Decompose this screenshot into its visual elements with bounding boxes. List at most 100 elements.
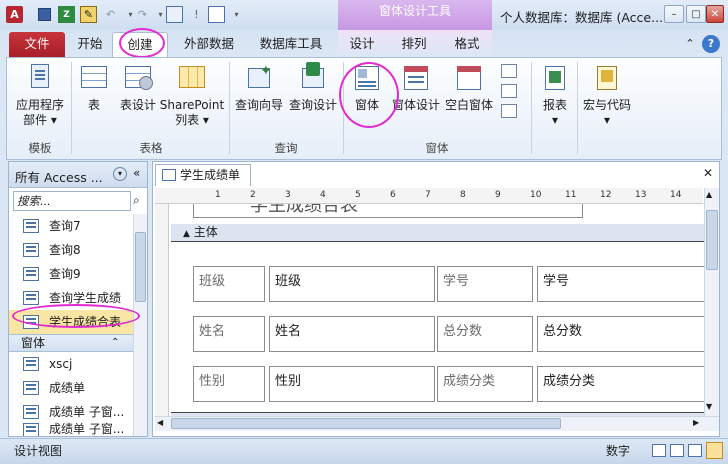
field-label-student-id[interactable]: 学号 bbox=[437, 266, 533, 302]
list-item-query[interactable]: 查询9 bbox=[9, 262, 133, 286]
report-button[interactable]: 报表 ▾ bbox=[535, 62, 575, 128]
form-design-button[interactable]: 窗体设计 bbox=[391, 62, 441, 113]
detail-section-bar[interactable]: ▲ 主体 bbox=[171, 224, 705, 242]
nav-header[interactable]: 所有 Access ... ▾ « bbox=[9, 162, 147, 188]
query-icon bbox=[23, 267, 39, 281]
query-icon bbox=[23, 291, 39, 305]
tab-home[interactable]: 开始 bbox=[70, 32, 110, 57]
form-view-button[interactable] bbox=[652, 444, 666, 457]
sharepoint-list-button[interactable]: SharePoint 列表 ▾ bbox=[157, 62, 227, 128]
scroll-right-icon[interactable]: ▶ bbox=[693, 418, 699, 427]
ribbon-tabs: 文件 开始 创建 外部数据 数据库工具 设计 排列 格式 ⌃ ? bbox=[0, 30, 728, 57]
list-item-form[interactable]: xscj bbox=[9, 352, 133, 376]
query-design-button[interactable]: 查询设计 bbox=[287, 62, 339, 113]
form-button[interactable]: 窗体 bbox=[347, 62, 387, 113]
scroll-up-icon[interactable]: ▲ bbox=[706, 190, 712, 199]
nav-collapse-icon[interactable]: « bbox=[133, 166, 140, 180]
doc-tab[interactable]: 学生成绩单 bbox=[155, 164, 251, 186]
scroll-down-icon[interactable]: ▼ bbox=[706, 402, 712, 411]
ribbon-collapse-icon[interactable]: ⌃ bbox=[682, 32, 698, 57]
minimize-button[interactable]: – bbox=[664, 5, 684, 23]
tab-design[interactable]: 设计 bbox=[340, 32, 384, 57]
access-logo-icon[interactable]: A bbox=[6, 6, 23, 23]
scroll-thumb[interactable] bbox=[706, 210, 718, 270]
help-icon[interactable]: ? bbox=[702, 35, 720, 53]
form-header-title[interactable]: 学生成绩合表 bbox=[193, 204, 583, 218]
ruler-mark: 3 bbox=[285, 190, 291, 200]
list-item-form[interactable]: 成绩单 bbox=[9, 376, 133, 400]
field-label-gender[interactable]: 性别 bbox=[193, 366, 265, 402]
report-icon bbox=[540, 62, 570, 94]
query-design-label: 查询设计 bbox=[288, 98, 337, 112]
table-button[interactable]: 表 bbox=[75, 62, 113, 113]
nav-scrollbar[interactable] bbox=[133, 214, 147, 436]
scroll-thumb[interactable] bbox=[171, 418, 561, 429]
datasheet-view-button[interactable] bbox=[688, 444, 702, 457]
application-parts-button[interactable]: 应用程序 部件 ▾ bbox=[11, 62, 69, 128]
macros-dropdown: ▾ bbox=[603, 113, 611, 127]
close-button[interactable]: ✕ bbox=[706, 5, 724, 23]
form-label: 窗体 bbox=[354, 98, 379, 112]
tab-create[interactable]: 创建 bbox=[112, 32, 168, 57]
tab-database-tools[interactable]: 数据库工具 bbox=[250, 32, 332, 57]
design-view-button[interactable] bbox=[706, 442, 723, 459]
table-design-button[interactable]: 表设计 bbox=[115, 62, 161, 113]
list-item-query[interactable]: 查询7 bbox=[9, 214, 133, 238]
context-tool-title: 窗体设计工具 bbox=[338, 0, 492, 30]
tab-arrange[interactable]: 排列 bbox=[390, 32, 438, 57]
field-label-grade-category[interactable]: 成绩分类 bbox=[437, 366, 533, 402]
field-textbox-student-id[interactable]: 学号 bbox=[537, 266, 705, 302]
list-item-query[interactable]: 查询学生成绩 bbox=[9, 286, 133, 310]
list-item-label: 查询8 bbox=[49, 243, 81, 257]
group-separator bbox=[531, 62, 532, 154]
doc-tab-title: 学生成绩单 bbox=[180, 168, 241, 182]
navigation-icon[interactable] bbox=[501, 84, 517, 98]
scroll-thumb[interactable] bbox=[135, 232, 146, 302]
field-label-total-score[interactable]: 总分数 bbox=[437, 316, 533, 352]
more-forms-icon[interactable] bbox=[501, 104, 517, 118]
search-icon[interactable]: ⌕ bbox=[133, 193, 140, 208]
tab-file[interactable]: 文件 bbox=[9, 32, 65, 57]
nav-section-forms[interactable]: 窗体 ⌃ bbox=[9, 334, 133, 352]
blank-form-button[interactable]: 空白窗体 bbox=[443, 62, 495, 113]
query-wizard-button[interactable]: ✦ 查询向导 bbox=[233, 62, 285, 113]
vertical-scrollbar[interactable]: ▲ ▼ bbox=[704, 188, 719, 416]
tab-format[interactable]: 格式 bbox=[444, 32, 490, 57]
layout-view-button[interactable] bbox=[670, 444, 684, 457]
nav-dropdown-icon[interactable]: ▾ bbox=[113, 167, 127, 181]
maximize-button[interactable]: □ bbox=[686, 5, 706, 23]
form-wizard-icon[interactable] bbox=[501, 64, 517, 78]
excel-icon[interactable]: Z bbox=[58, 6, 75, 23]
collapse-icon[interactable]: ⌃ bbox=[111, 335, 119, 351]
field-textbox-name[interactable]: 姓名 bbox=[269, 316, 435, 352]
table-design-label: 表设计 bbox=[119, 98, 156, 112]
field-textbox-class[interactable]: 班级 bbox=[269, 266, 435, 302]
table-design-icon bbox=[123, 62, 153, 94]
scroll-left-icon[interactable]: ◀ bbox=[157, 418, 163, 427]
save-icon[interactable] bbox=[36, 6, 53, 23]
form-icon bbox=[23, 423, 39, 436]
horizontal-scrollbar[interactable]: ◀ ▶ bbox=[155, 416, 719, 431]
table-icon[interactable] bbox=[208, 6, 225, 23]
list-item-query-selected[interactable]: 学生成绩合表 bbox=[9, 310, 133, 334]
close-doc-icon[interactable]: ✕ bbox=[703, 166, 713, 180]
field-textbox-grade-category[interactable]: 成绩分类 bbox=[537, 366, 705, 402]
field-label-class[interactable]: 班级 bbox=[193, 266, 265, 302]
search-input[interactable]: 搜索... bbox=[13, 191, 131, 211]
form-icon bbox=[352, 62, 382, 94]
field-textbox-gender[interactable]: 性别 bbox=[269, 366, 435, 402]
list-item-query[interactable]: 查询8 bbox=[9, 238, 133, 262]
undo-icon[interactable]: ↶ bbox=[102, 6, 119, 23]
info-icon[interactable]: ! bbox=[188, 6, 205, 23]
dropdown-icon[interactable]: ▾ bbox=[228, 6, 245, 23]
tab-external-data[interactable]: 外部数据 bbox=[175, 32, 243, 57]
form-view-icon[interactable] bbox=[166, 6, 183, 23]
redo-icon[interactable]: ↷ bbox=[134, 6, 151, 23]
macros-code-button[interactable]: 宏与代码 ▾ bbox=[579, 62, 635, 128]
customize-icon[interactable]: ✎ bbox=[80, 6, 97, 23]
field-label-name[interactable]: 姓名 bbox=[193, 316, 265, 352]
list-item-label: 查询7 bbox=[49, 219, 81, 233]
field-textbox-total-score[interactable]: 总分数 bbox=[537, 316, 705, 352]
list-item-form[interactable]: 成绩单 子窗... bbox=[9, 420, 133, 436]
form-canvas[interactable]: 学生成绩合表 ▲ 主体 班级 班级 学号 学号 姓名 姓名 总分数 总分数 性别… bbox=[171, 204, 705, 416]
